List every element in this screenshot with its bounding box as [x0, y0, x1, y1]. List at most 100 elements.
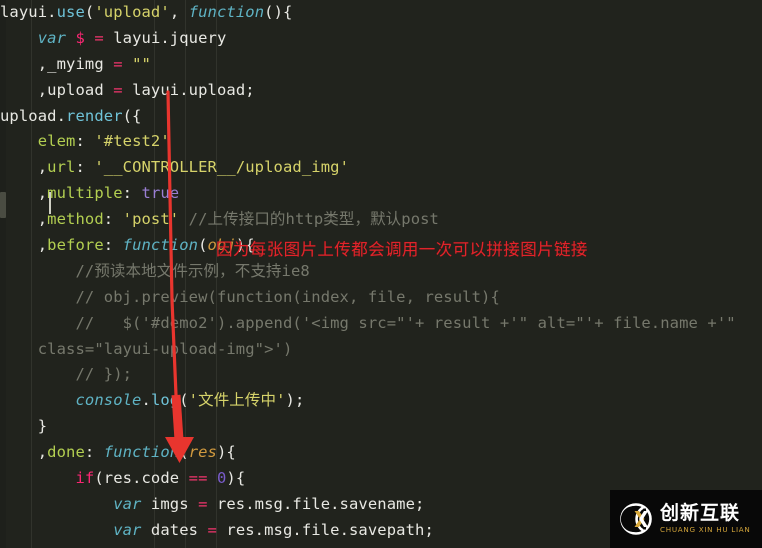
code-token: $	[75, 28, 85, 47]
code-token: class="layui-upload-img">')	[37, 339, 293, 358]
code-token: render	[66, 106, 123, 125]
code-token: // });	[75, 365, 133, 384]
code-line[interactable]: // obj.preview(function(index, file, res…	[0, 285, 762, 311]
code-token: :	[75, 158, 95, 177]
code-token: =	[113, 80, 123, 99]
code-token: res.msg.file.savepath;	[216, 520, 434, 539]
code-token: ,	[37, 443, 48, 462]
code-line[interactable]: if(res.code == 0){	[0, 466, 762, 492]
code-token: var	[37, 28, 67, 47]
code-token: log	[150, 391, 180, 410]
code-token: ==	[188, 469, 208, 488]
code-token: layui.jquery	[103, 28, 227, 47]
code-token: upload	[0, 106, 57, 125]
code-token: url	[47, 158, 76, 177]
code-token: ,upload	[37, 80, 114, 99]
code-token: (	[84, 3, 95, 21]
code-token: console	[75, 391, 142, 410]
code-editor[interactable]: layui.use('upload', function(){ var $ = …	[0, 0, 762, 548]
code-token: var	[113, 520, 142, 539]
code-token: // $('#demo2').append('<img src="'+ resu…	[75, 313, 736, 332]
code-content[interactable]: layui.use('upload', function(){ var $ = …	[0, 0, 762, 548]
code-token: ,_myimg	[37, 54, 114, 73]
code-line[interactable]: ,method: 'post' //上传接口的http类型，默认post	[0, 207, 762, 233]
code-token: .	[56, 106, 67, 125]
code-token: ""	[132, 54, 151, 73]
code-token: (res.code	[94, 469, 189, 488]
code-line[interactable]: // });	[0, 362, 762, 388]
code-line[interactable]: ,done: function(res){	[0, 440, 762, 466]
code-line[interactable]: ,url: '__CONTROLLER__/upload_img'	[0, 155, 762, 181]
annotation-text: 因为每张图片上传都会调用一次可以拼接图片链接	[216, 240, 588, 259]
code-token: done	[47, 443, 85, 462]
code-token: method	[47, 210, 104, 229]
code-token: '文件上传中'	[188, 391, 286, 410]
code-token: ,	[37, 210, 48, 229]
code-token: :	[84, 443, 104, 462]
code-token: layui.upload;	[122, 80, 255, 99]
code-line[interactable]: ,upload = layui.upload;	[0, 78, 762, 104]
code-token: );	[285, 391, 305, 410]
code-token: ){	[216, 443, 236, 462]
code-token: imgs	[141, 494, 199, 513]
code-token: 'post'	[122, 210, 180, 229]
code-line[interactable]: class="layui-upload-img">')	[0, 337, 762, 363]
code-line[interactable]: ,_myimg = ""	[0, 52, 762, 78]
code-token: use	[56, 3, 85, 21]
code-token: ,	[37, 236, 48, 255]
code-token: :	[103, 210, 123, 229]
code-token: =	[207, 520, 217, 539]
code-line[interactable]: // $('#demo2').append('<img src="'+ resu…	[0, 311, 762, 337]
code-line[interactable]: upload.render({	[0, 104, 762, 130]
code-token: res	[188, 443, 217, 462]
code-token: elem	[37, 132, 76, 151]
screenshot-root: layui.use('upload', function(){ var $ = …	[0, 0, 762, 548]
logo-text-group: 创新互联 CHUANG XIN HU LIAN	[660, 502, 751, 535]
code-token: }	[37, 417, 48, 436]
code-token: var	[113, 494, 142, 513]
code-token: 'upload'	[94, 3, 170, 21]
code-token: '__CONTROLLER__/upload_img'	[94, 158, 350, 177]
code-token: ,	[37, 184, 48, 203]
code-token: =	[94, 28, 104, 47]
code-token: ,	[169, 3, 189, 21]
code-token: '#test2'	[94, 132, 170, 151]
code-token: =	[198, 494, 208, 513]
code-token: //预读本地文件示例，不支持ie8	[75, 261, 310, 280]
logo-pinyin-text: CHUANG XIN HU LIAN	[660, 525, 751, 535]
code-line[interactable]: layui.use('upload', function(){	[0, 0, 762, 26]
code-line[interactable]: console.log('文件上传中');	[0, 388, 762, 414]
code-token: if	[75, 469, 95, 488]
code-token: ,	[37, 158, 48, 177]
code-token: =	[113, 54, 123, 73]
code-line[interactable]: elem: '#test2'	[0, 129, 762, 155]
code-token: function	[122, 236, 199, 255]
code-token: before	[47, 236, 104, 255]
code-line[interactable]: }	[0, 414, 762, 440]
code-token: ){	[226, 469, 246, 488]
code-line[interactable]: //预读本地文件示例，不支持ie8	[0, 259, 762, 285]
code-token: function	[103, 443, 180, 462]
code-token: :	[75, 132, 95, 151]
code-line[interactable]: ,multiple: true	[0, 181, 762, 207]
code-token: multiple	[47, 184, 123, 203]
code-token: :	[103, 236, 123, 255]
code-token: //上传接口的http类型，默认post	[188, 210, 439, 229]
code-line[interactable]: var $ = layui.jquery	[0, 26, 762, 52]
logo-chinese-text: 创新互联	[660, 502, 741, 525]
logo-mark-icon	[619, 502, 653, 536]
code-token: (){	[264, 3, 293, 21]
code-token: true	[141, 184, 180, 203]
code-token: 0	[216, 469, 227, 488]
code-token: (	[198, 236, 208, 255]
code-token: ({	[122, 106, 142, 125]
code-token: // obj.preview(function(index, file, res…	[75, 287, 500, 306]
code-token: function	[188, 3, 265, 21]
code-token: res.msg.file.savename;	[207, 494, 425, 513]
code-token: dates	[141, 520, 208, 539]
code-token: layui	[0, 3, 48, 21]
code-token: (	[179, 391, 189, 410]
